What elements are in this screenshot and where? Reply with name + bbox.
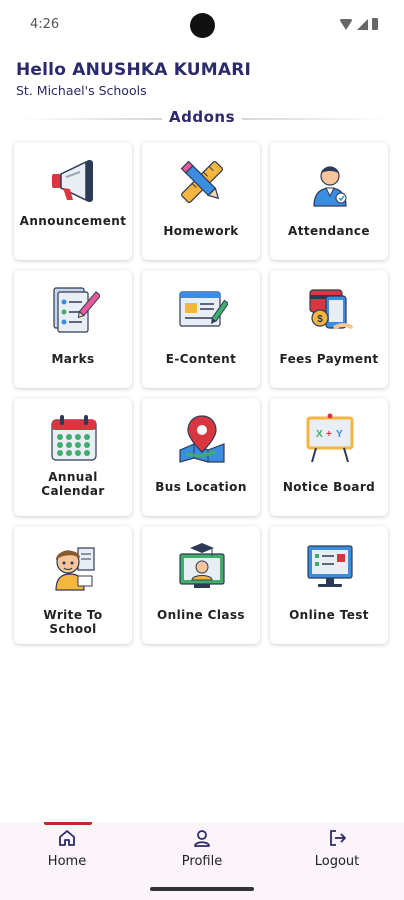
nav-label: Logout <box>314 854 360 869</box>
addon-label: Bus Location <box>155 480 247 494</box>
status-time: 4:26 <box>30 17 60 32</box>
addon-attendance[interactable]: Attendance <box>270 142 388 260</box>
addon-online-test[interactable]: Online Test <box>270 526 388 644</box>
svg-text:X: X <box>316 429 323 440</box>
addon-bus-location[interactable]: Bus Location <box>142 398 260 516</box>
addon-label: Annual Calendar <box>41 470 105 498</box>
online-test-icon <box>307 545 353 587</box>
pencil-ruler-icon <box>180 160 223 203</box>
svg-text:+: + <box>326 429 332 440</box>
map-pin-icon <box>179 415 225 463</box>
addon-e-content[interactable]: E-Content <box>142 270 260 388</box>
nav-label: Home <box>47 854 87 869</box>
student-writing-icon <box>55 547 95 591</box>
addon-label: Announcement <box>19 214 127 228</box>
profile-icon <box>194 830 210 847</box>
nav-item-logout[interactable]: Logout <box>270 822 404 882</box>
addon-label: Attendance <box>288 224 370 238</box>
addons-grid: Announcement Homework Attendance Marks E… <box>14 142 392 644</box>
addon-label: Online Class <box>157 608 245 622</box>
home-indicator[interactable] <box>150 887 254 891</box>
camera-cutout <box>190 13 215 38</box>
online-class-icon <box>179 543 225 588</box>
nav-item-home[interactable]: Home <box>0 822 134 882</box>
fees-payment-icon: $ <box>309 289 354 330</box>
svg-text:$: $ <box>317 314 323 325</box>
addon-label: Homework <box>163 224 239 238</box>
nav-active-indicator <box>44 822 92 825</box>
school-name: St. Michael's Schools <box>16 83 147 98</box>
addon-label: Marks <box>51 352 95 366</box>
megaphone-icon <box>52 160 93 202</box>
home-icon <box>59 830 75 846</box>
battery-icon <box>372 18 378 30</box>
addon-online-class[interactable]: Online Class <box>142 526 260 644</box>
divider-line-right <box>242 118 388 120</box>
notice-board-icon: X + Y <box>306 413 354 463</box>
teacher-icon <box>313 166 347 207</box>
addon-label: Fees Payment <box>279 352 379 366</box>
nav-label: Profile <box>181 854 223 869</box>
status-icons <box>339 18 378 30</box>
addon-annual-calendar[interactable]: Annual Calendar <box>14 398 132 516</box>
addon-notice-board[interactable]: X + Y Notice Board <box>270 398 388 516</box>
addon-label: Online Test <box>289 608 369 622</box>
e-content-icon <box>179 291 228 327</box>
addon-label: E-Content <box>165 352 237 366</box>
wifi-icon <box>339 18 353 30</box>
addon-write-to-school[interactable]: Write To School <box>14 526 132 644</box>
addon-fees-payment[interactable]: $ Fees Payment <box>270 270 388 388</box>
marks-sheet-icon <box>53 287 100 333</box>
calendar-icon <box>51 415 97 461</box>
svg-text:Y: Y <box>336 429 343 440</box>
addon-announcement[interactable]: Announcement <box>14 142 132 260</box>
addon-label: Notice Board <box>282 480 376 494</box>
section-title: Addons <box>169 108 235 126</box>
section-divider: Addons <box>16 108 388 128</box>
greeting: Hello ANUSHKA KUMARI <box>16 60 252 80</box>
addon-homework[interactable]: Homework <box>142 142 260 260</box>
signal-icon <box>357 18 368 30</box>
addon-label: Write To School <box>43 608 103 636</box>
logout-icon <box>330 830 346 846</box>
addon-marks[interactable]: Marks <box>14 270 132 388</box>
status-bar: 4:26 <box>0 0 404 52</box>
nav-item-profile[interactable]: Profile <box>135 822 269 882</box>
